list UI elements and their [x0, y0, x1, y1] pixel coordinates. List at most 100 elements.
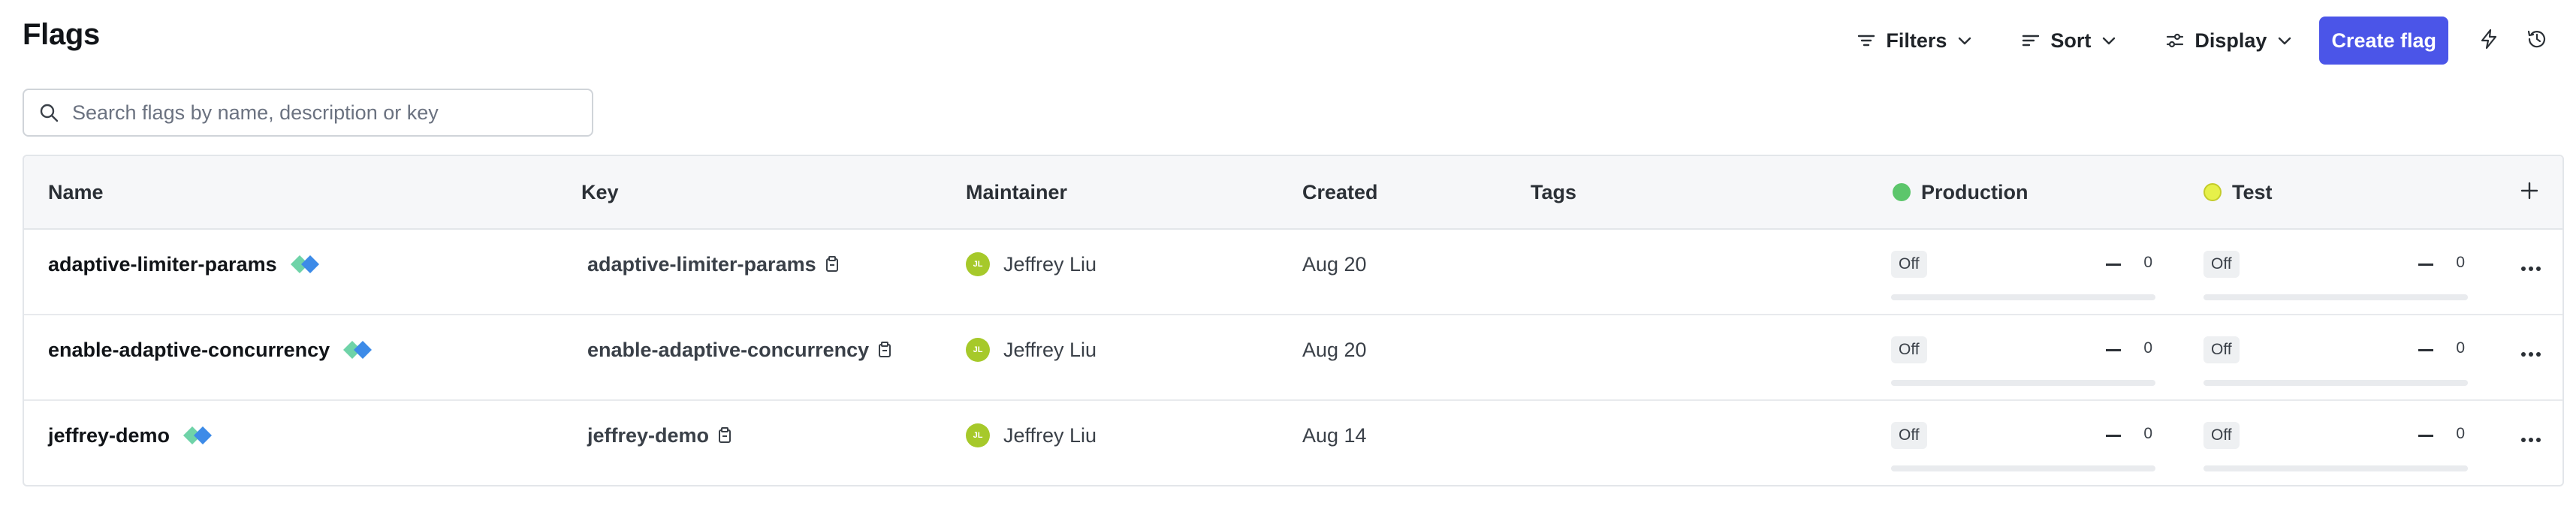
minus-icon: [2418, 435, 2433, 437]
flag-key: enable-adaptive-concurrency: [587, 338, 870, 361]
maintainer-cell: JL Jeffrey Liu: [966, 401, 1096, 470]
test-status-dot: [2203, 183, 2222, 201]
production-status-dot: [1893, 183, 1911, 201]
flag-name[interactable]: adaptive-limiter-params: [48, 253, 277, 276]
avatar: JL: [966, 338, 990, 362]
flag-type-icon: [183, 424, 218, 447]
production-count: 0: [2143, 425, 2152, 442]
sort-button[interactable]: Sort: [2005, 17, 2133, 65]
test-count: 0: [2456, 254, 2465, 271]
production-status: Off 0: [1891, 246, 2155, 300]
production-status: Off 0: [1891, 332, 2155, 386]
production-evaluation-bar: [1891, 294, 2155, 300]
search-input[interactable]: [72, 101, 568, 125]
flag-name-cell[interactable]: jeffrey-demo: [48, 401, 218, 470]
flag-type-icon: [343, 339, 378, 361]
more-icon: [2520, 348, 2541, 361]
chevron-down-icon: [2276, 32, 2294, 50]
column-key[interactable]: Key: [581, 156, 619, 228]
production-label: Production: [1921, 180, 2029, 203]
filters-button[interactable]: Filters: [1841, 17, 1989, 65]
test-evaluation-bar: [2203, 294, 2468, 300]
maintainer-name: Jeffrey Liu: [1003, 423, 1097, 447]
production-toggle[interactable]: Off: [1891, 422, 1927, 449]
test-label: Test: [2232, 180, 2273, 203]
history-button[interactable]: [2513, 17, 2561, 65]
row-menu-button[interactable]: [2513, 336, 2549, 372]
production-count: 0: [2143, 339, 2152, 357]
plus-icon: [2519, 180, 2540, 205]
column-production[interactable]: Production: [1893, 156, 2029, 228]
maintainer-cell: JL Jeffrey Liu: [966, 230, 1096, 299]
column-name[interactable]: Name: [48, 156, 104, 228]
created-date: Aug 20: [1302, 338, 1367, 361]
test-toggle[interactable]: Off: [2203, 422, 2240, 449]
search-icon: [38, 101, 60, 124]
lightning-button[interactable]: [2465, 17, 2513, 65]
maintainer-cell: JL Jeffrey Liu: [966, 315, 1096, 384]
flag-type-icon: [290, 253, 325, 276]
filter-icon: [1856, 30, 1877, 51]
add-environment-button[interactable]: [2514, 177, 2544, 207]
test-toggle[interactable]: Off: [2203, 336, 2240, 363]
display-icon: [2164, 30, 2185, 51]
lightning-icon: [2478, 28, 2500, 54]
test-evaluation-bar: [2203, 380, 2468, 386]
column-tags[interactable]: Tags: [1531, 156, 1576, 228]
copy-icon[interactable]: [876, 341, 893, 359]
created-date: Aug 20: [1302, 252, 1367, 276]
flag-name-cell[interactable]: adaptive-limiter-params: [48, 230, 325, 299]
create-flag-button[interactable]: Create flag: [2319, 17, 2448, 65]
table-header: Name Key Maintainer Created Tags Product…: [24, 156, 2562, 230]
table-row[interactable]: jeffrey-demo jeffrey-demo JL Jeffrey Liu…: [24, 401, 2562, 485]
flags-table: Name Key Maintainer Created Tags Product…: [23, 155, 2564, 486]
production-status: Off 0: [1891, 417, 2155, 471]
flag-name[interactable]: enable-adaptive-concurrency: [48, 339, 330, 362]
production-toggle[interactable]: Off: [1891, 251, 1927, 278]
flag-key: jeffrey-demo: [587, 423, 710, 447]
display-button[interactable]: Display: [2149, 17, 2309, 65]
test-status: Off 0: [2203, 332, 2468, 386]
more-icon: [2520, 433, 2541, 447]
test-status: Off 0: [2203, 417, 2468, 471]
column-created[interactable]: Created: [1302, 156, 1378, 228]
copy-icon[interactable]: [824, 255, 840, 273]
row-menu-button[interactable]: [2513, 251, 2549, 287]
table-row[interactable]: adaptive-limiter-params adaptive-limiter…: [24, 230, 2562, 315]
flag-name-cell[interactable]: enable-adaptive-concurrency: [48, 315, 378, 384]
chevron-down-icon: [1956, 32, 1974, 50]
test-status: Off 0: [2203, 246, 2468, 300]
copy-icon[interactable]: [716, 426, 733, 444]
column-test[interactable]: Test: [2203, 156, 2273, 228]
created-date: Aug 14: [1302, 423, 1367, 447]
flag-name[interactable]: jeffrey-demo: [48, 424, 170, 447]
test-count: 0: [2456, 339, 2465, 357]
test-count: 0: [2456, 425, 2465, 442]
flag-key-cell[interactable]: enable-adaptive-concurrency: [587, 315, 893, 384]
sort-icon: [2020, 30, 2041, 51]
page-title: Flags: [23, 18, 100, 51]
sort-label: Sort: [2050, 29, 2092, 52]
production-toggle[interactable]: Off: [1891, 336, 1927, 363]
row-menu-button[interactable]: [2513, 422, 2549, 458]
table-row[interactable]: enable-adaptive-concurrency enable-adapt…: [24, 315, 2562, 401]
minus-icon: [2106, 349, 2121, 351]
test-evaluation-bar: [2203, 465, 2468, 471]
minus-icon: [2106, 435, 2121, 437]
production-evaluation-bar: [1891, 380, 2155, 386]
test-toggle[interactable]: Off: [2203, 251, 2240, 278]
flag-key-cell[interactable]: jeffrey-demo: [587, 401, 733, 470]
maintainer-name: Jeffrey Liu: [1003, 252, 1097, 276]
maintainer-name: Jeffrey Liu: [1003, 338, 1097, 361]
more-icon: [2520, 262, 2541, 276]
minus-icon: [2418, 264, 2433, 266]
avatar: JL: [966, 252, 990, 276]
flag-key-cell[interactable]: adaptive-limiter-params: [587, 230, 840, 299]
minus-icon: [2418, 349, 2433, 351]
toolbar: Filters Sort Display Create flag: [1841, 17, 2561, 65]
production-evaluation-bar: [1891, 465, 2155, 471]
flag-key: adaptive-limiter-params: [587, 252, 816, 276]
filters-label: Filters: [1886, 29, 1947, 52]
column-maintainer[interactable]: Maintainer: [966, 156, 1067, 228]
search-box: [23, 89, 593, 137]
